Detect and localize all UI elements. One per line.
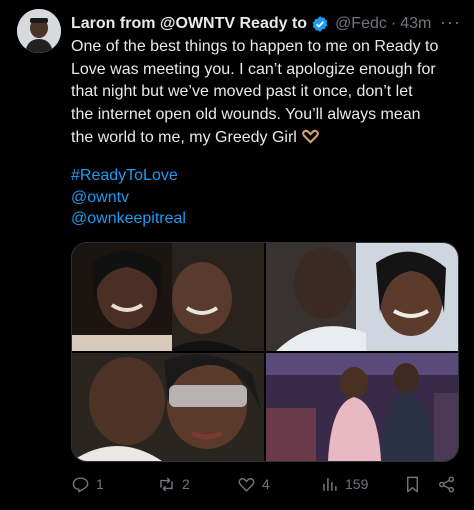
avatar[interactable] (17, 9, 61, 53)
like-count: 4 (262, 476, 270, 492)
tweet-links: #ReadyToLove @owntv @ownkeepitreal (71, 165, 186, 230)
tweet-text-last: the world to me, my Greedy Girl (71, 129, 297, 146)
repost-count: 2 (182, 476, 190, 492)
timestamp[interactable]: 43m (400, 15, 431, 33)
tweet-text-line: the world to me, my Greedy Girl (71, 126, 463, 150)
hashtag-link[interactable]: #ReadyToLove (71, 165, 186, 187)
reply-button[interactable]: 1 (71, 472, 104, 496)
media-photo-1[interactable] (72, 243, 264, 351)
views-count: 159 (345, 476, 369, 492)
like-button[interactable]: 4 (237, 472, 270, 496)
media-grid (71, 242, 459, 462)
tweet-text-line: that night but we’ve moved past it once,… (71, 83, 413, 100)
bookmark-icon (407, 476, 418, 492)
repost-button[interactable]: 2 (157, 472, 190, 496)
share-button[interactable] (437, 472, 456, 496)
reply-count: 1 (96, 476, 104, 492)
views-button[interactable]: 159 (320, 472, 368, 496)
bookmark-button[interactable] (403, 472, 422, 496)
media-photo-4[interactable] (266, 353, 458, 461)
media-photo-2[interactable] (266, 243, 458, 351)
action-bar: 1 2 4 159 (71, 472, 463, 496)
tweet-text: One of the best things to happen to me o… (71, 36, 463, 150)
tweet-text-line: the internet open old wounds. You’ll alw… (71, 105, 421, 123)
repost-icon (160, 477, 173, 491)
heart-hands-emoji-icon (301, 129, 320, 145)
media-photo-3[interactable] (72, 353, 264, 461)
reply-icon (72, 476, 89, 492)
more-icon[interactable]: ··· (440, 12, 461, 33)
like-icon (238, 477, 255, 492)
separator-dot: · (390, 15, 397, 32)
tweet-text-line: One of the best things to happen to me o… (71, 38, 439, 55)
tweet-header: Laron from @OWNTV Ready to @Fedc · 43m ·… (71, 12, 471, 36)
views-icon (323, 477, 337, 491)
mention-link[interactable]: @ownkeepitreal (71, 208, 186, 230)
share-icon (438, 476, 455, 492)
mention-link[interactable]: @owntv (71, 187, 186, 209)
tweet-text-line: Love was meeting you. I can’t apologize … (71, 60, 436, 78)
author-handle[interactable]: @Fedc (335, 15, 387, 33)
author-name[interactable]: Laron from @OWNTV Ready to (71, 15, 307, 33)
verified-badge-icon[interactable] (311, 15, 329, 33)
